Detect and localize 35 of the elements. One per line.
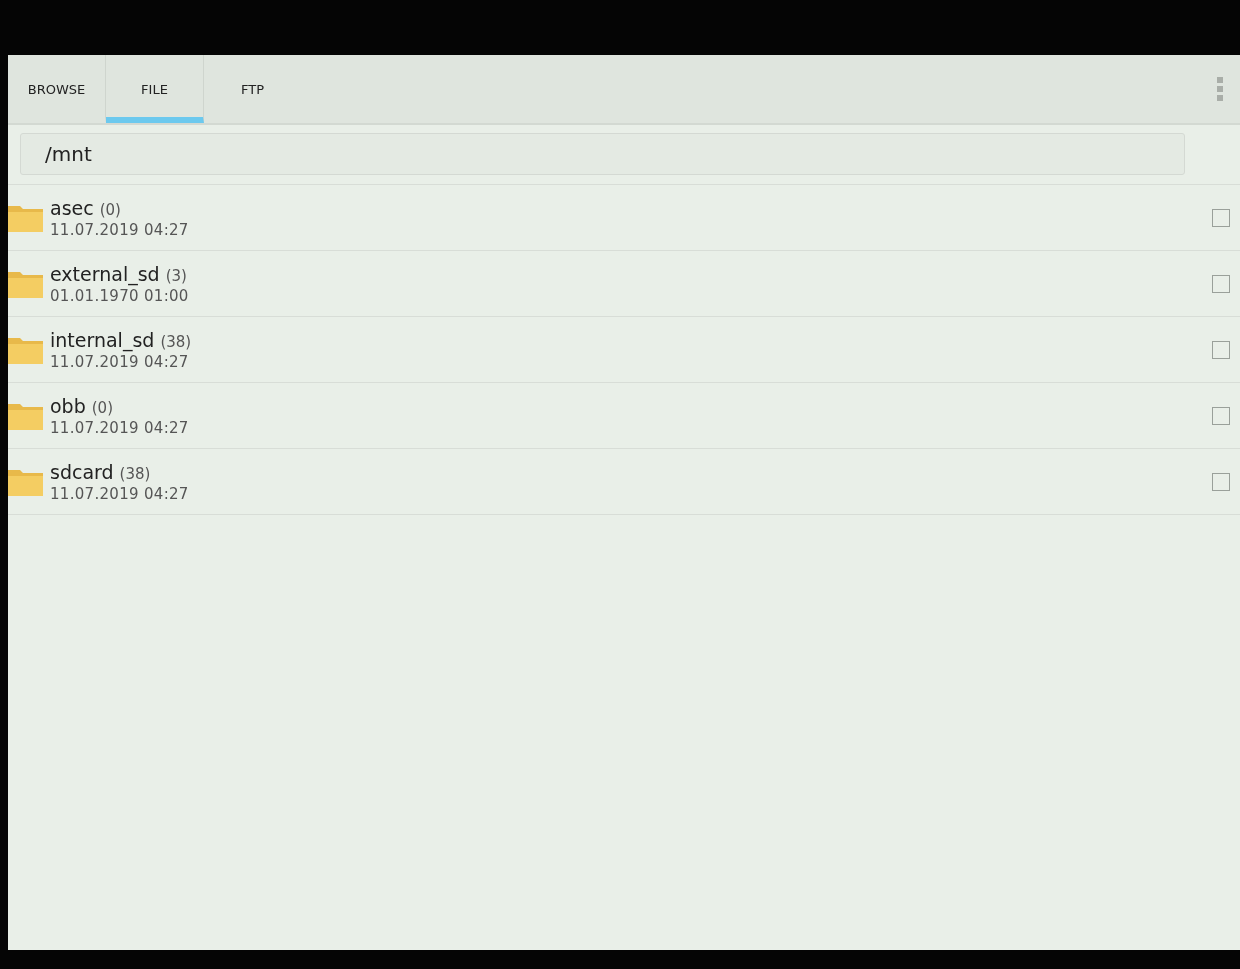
folder-icon xyxy=(8,401,43,430)
folder-name: obb xyxy=(50,394,86,417)
folder-icon xyxy=(8,467,43,496)
folder-row[interactable]: asec (0) 11.07.2019 04:27 xyxy=(8,185,1240,251)
folder-icon xyxy=(8,269,43,298)
path-field[interactable]: /mnt xyxy=(20,133,1185,175)
folder-row[interactable]: sdcard (38) 11.07.2019 04:27 xyxy=(8,449,1240,515)
folder-name: internal_sd xyxy=(50,328,155,351)
modified-date: 11.07.2019 04:27 xyxy=(50,352,190,371)
tab[interactable]: FTP xyxy=(204,55,302,123)
checkbox[interactable] xyxy=(1212,472,1230,491)
item-count: (38) xyxy=(160,332,192,351)
checkbox[interactable] xyxy=(1212,208,1230,227)
item-count: (0) xyxy=(99,200,121,219)
folder-name: external_sd xyxy=(50,262,160,285)
modified-date: 11.07.2019 04:27 xyxy=(50,220,190,239)
folder-name: sdcard xyxy=(50,460,114,483)
folder-row[interactable]: obb (0) 11.07.2019 04:27 xyxy=(8,383,1240,449)
folder-row[interactable]: external_sd (3) 01.01.1970 01:00 xyxy=(8,251,1240,317)
item-count: (3) xyxy=(165,266,187,285)
folder-icon xyxy=(8,335,43,364)
tab[interactable]: FILE xyxy=(106,55,204,123)
folder-name: asec xyxy=(50,196,94,219)
checkbox[interactable] xyxy=(1212,274,1230,293)
modified-date: 11.07.2019 04:27 xyxy=(50,484,190,503)
checkbox[interactable] xyxy=(1212,340,1230,359)
modified-date: 01.01.1970 01:00 xyxy=(50,286,190,305)
item-count: (0) xyxy=(91,398,113,417)
menu-icon xyxy=(1217,77,1223,101)
folder-row[interactable]: internal_sd (38) 11.07.2019 04:27 xyxy=(8,317,1240,383)
item-count: (38) xyxy=(119,464,151,483)
tab[interactable]: BROWSE xyxy=(8,55,106,123)
checkbox[interactable] xyxy=(1212,406,1230,425)
folder-icon xyxy=(8,203,43,232)
modified-date: 11.07.2019 04:27 xyxy=(50,418,190,437)
